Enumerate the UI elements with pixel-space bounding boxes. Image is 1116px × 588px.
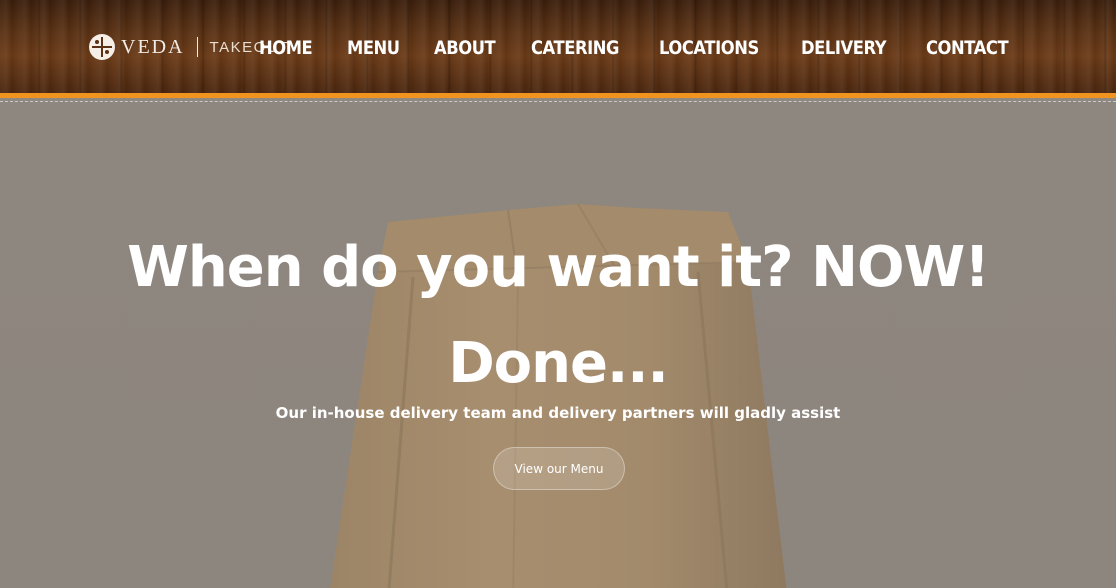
nav-item-catering[interactable]: CATERING bbox=[531, 36, 619, 60]
view-menu-button[interactable]: View our Menu bbox=[493, 447, 625, 490]
hero-title: When do you want it? NOW! Done... bbox=[0, 220, 1116, 412]
header-accent-stripe bbox=[0, 93, 1116, 98]
nav-item-delivery[interactable]: DELIVERY bbox=[801, 36, 887, 60]
nav-item-home[interactable]: HOME bbox=[259, 36, 313, 60]
page: VEDA TAKEOUT HOME MENU ABOUT CATERING LO… bbox=[0, 0, 1116, 588]
logo-divider bbox=[196, 37, 198, 57]
hero-title-line-2: Done... bbox=[448, 331, 669, 396]
header-dashed-divider bbox=[0, 101, 1116, 102]
nav-item-about[interactable]: ABOUT bbox=[434, 36, 496, 60]
veda-emblem-icon bbox=[89, 34, 115, 60]
hero-title-line-1: When do you want it? NOW! bbox=[127, 235, 990, 300]
nav-item-contact[interactable]: CONTACT bbox=[926, 36, 1009, 60]
nav-item-menu[interactable]: MENU bbox=[347, 36, 400, 60]
nav-item-locations[interactable]: LOCATIONS bbox=[659, 36, 759, 60]
hero-section: When do you want it? NOW! Done... Our in… bbox=[0, 102, 1116, 588]
logo-brand: VEDA bbox=[121, 35, 185, 58]
main-nav: HOME MENU ABOUT CATERING LOCATIONS DELIV… bbox=[259, 36, 1014, 60]
site-header: VEDA TAKEOUT HOME MENU ABOUT CATERING LO… bbox=[0, 0, 1116, 93]
hero-subtitle: Our in-house delivery team and delivery … bbox=[275, 404, 841, 422]
